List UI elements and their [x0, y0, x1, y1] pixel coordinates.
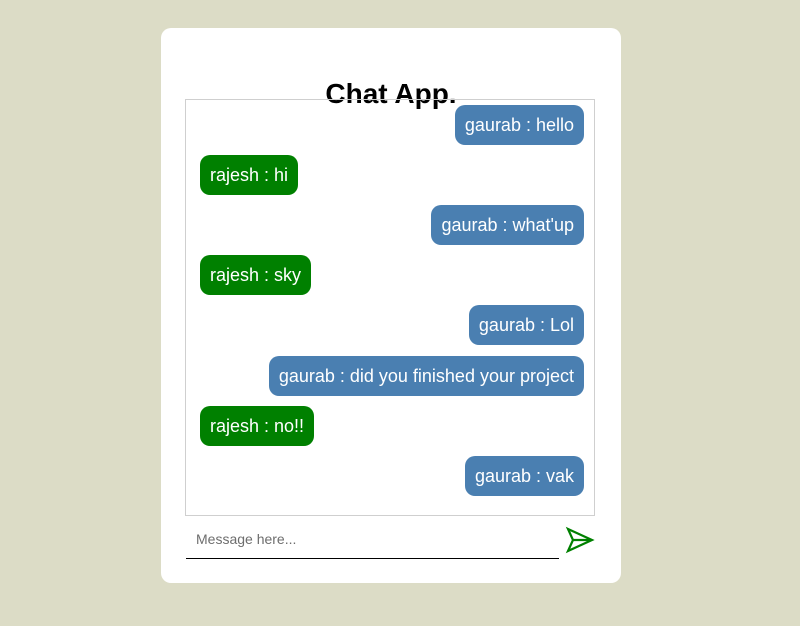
message-bubble-outgoing: gaurab : did you finished your project — [268, 356, 584, 396]
chat-card: Chat App. gaurab : hello rajesh : hi gau… — [161, 28, 621, 583]
send-icon — [565, 526, 595, 554]
message-list[interactable]: gaurab : hello rajesh : hi gaurab : what… — [185, 99, 595, 516]
message-bubble-outgoing: gaurab : vak — [464, 456, 584, 496]
message-bubble-outgoing: gaurab : Lol — [468, 305, 584, 345]
send-button[interactable] — [565, 525, 595, 555]
message-bubble-outgoing: gaurab : what'up — [431, 205, 584, 245]
message-input[interactable] — [186, 519, 559, 558]
message-bubble-incoming: rajesh : sky — [200, 255, 312, 295]
message-bubble-incoming: rajesh : no!! — [200, 406, 315, 446]
message-composer — [186, 519, 559, 559]
message-bubble-incoming: rajesh : hi — [200, 155, 299, 195]
message-bubble-outgoing: gaurab : hello — [454, 105, 584, 145]
